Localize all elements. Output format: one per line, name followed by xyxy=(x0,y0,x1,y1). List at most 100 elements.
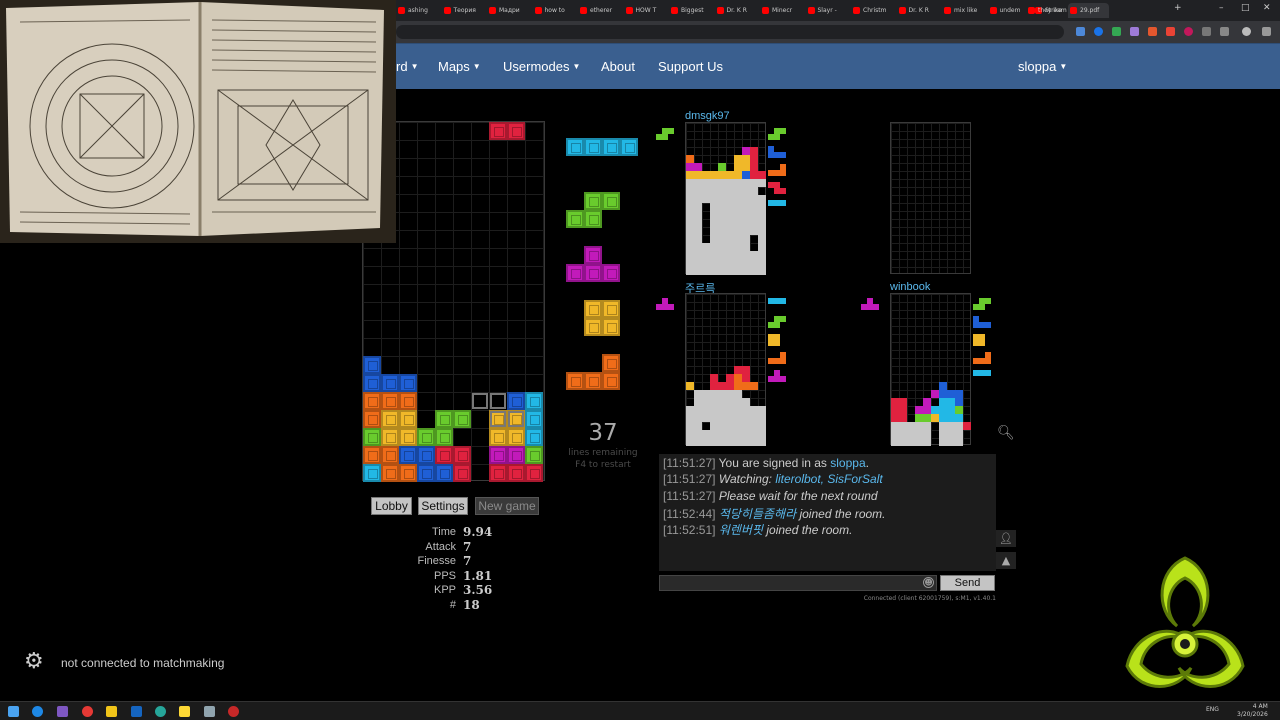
next-piece-block xyxy=(602,318,620,336)
nav-item-maps[interactable]: Maps ▼ xyxy=(438,59,481,74)
extension-icon[interactable] xyxy=(1148,27,1157,36)
send-button[interactable]: Send xyxy=(940,575,995,591)
browser-tab[interactable]: etherer xyxy=(578,3,619,18)
maximize-icon[interactable]: □ xyxy=(1241,3,1250,13)
download-icon[interactable] xyxy=(1220,27,1229,36)
browser-tab[interactable]: Dr. K R xyxy=(897,3,938,18)
emoji-icon[interactable]: ☻ xyxy=(923,577,934,588)
browser-tab[interactable]: Теория xyxy=(442,3,483,18)
empty-board-slot xyxy=(890,122,971,274)
browser-tab[interactable]: Dr. K R xyxy=(715,3,756,18)
opponent-board-block xyxy=(750,259,758,267)
opponent-board-block xyxy=(750,171,758,179)
chevron-up-icon[interactable]: ▲ xyxy=(996,552,1016,569)
browser-tab[interactable]: HOW T xyxy=(624,3,665,18)
opponent-board-block xyxy=(947,430,955,438)
new-tab-button[interactable]: + xyxy=(1174,3,1182,13)
opponent-board-block xyxy=(726,219,734,227)
extension-icon[interactable] xyxy=(1076,27,1085,36)
opponent-board-block xyxy=(710,211,718,219)
next-piece-block xyxy=(620,138,638,156)
opponent-board-block xyxy=(686,243,694,251)
opponent-board-block xyxy=(742,267,750,275)
opponent-board-block xyxy=(686,251,694,259)
browser-tab[interactable]: how to xyxy=(533,3,574,18)
username-link[interactable]: 워렌버핏 xyxy=(719,523,763,537)
opponent-name[interactable]: dmsgk97 xyxy=(685,110,730,122)
opponent-board-block xyxy=(742,406,750,414)
opponent-board-block xyxy=(939,398,947,406)
browser-tab[interactable]: Biggest xyxy=(669,3,710,18)
nav-item-about[interactable]: About xyxy=(601,59,635,74)
extension-icon[interactable] xyxy=(1094,27,1103,36)
chrome-icon[interactable] xyxy=(82,706,93,717)
next-piece-block xyxy=(566,264,584,282)
address-bar[interactable] xyxy=(396,25,1064,39)
nav-item-usermodes[interactable]: Usermodes ▼ xyxy=(503,59,580,74)
shield-icon[interactable] xyxy=(1112,27,1121,36)
gear-icon[interactable]: ⚙︎ xyxy=(24,649,44,675)
browser-tab[interactable]: Minecr xyxy=(760,3,801,18)
opponent-board-block xyxy=(750,203,758,211)
browser-tab[interactable]: mix like xyxy=(942,3,983,18)
profile-avatar[interactable] xyxy=(1242,27,1251,36)
opponent-board-block xyxy=(891,414,899,422)
menu-icon[interactable] xyxy=(1262,27,1271,36)
opponent-board-block xyxy=(955,414,963,422)
photoshop-icon[interactable] xyxy=(131,706,142,717)
opponent-board-block xyxy=(750,163,758,171)
lobby-button[interactable]: Lobby xyxy=(371,497,412,515)
extension-icon[interactable] xyxy=(1184,27,1193,36)
app-icon[interactable] xyxy=(228,706,239,717)
opponent-board-block xyxy=(718,195,726,203)
chevron-down-icon: ▼ xyxy=(410,62,419,71)
opponent-board-block xyxy=(726,374,734,382)
opponent-board-block xyxy=(750,267,758,275)
players-icon[interactable]: 👤︎ xyxy=(996,530,1016,547)
windows-start-icon[interactable] xyxy=(8,706,19,717)
browser-tab[interactable]: ashing xyxy=(396,3,437,18)
user-menu[interactable]: sloppa ▼ xyxy=(1018,59,1067,74)
next-piece-block xyxy=(584,264,602,282)
clock[interactable]: 4 AM 3/20/2026 xyxy=(1237,703,1268,719)
settings-button[interactable]: Settings xyxy=(418,497,468,515)
board-block xyxy=(489,446,507,464)
puzzle-icon[interactable] xyxy=(1202,27,1211,36)
opponent-board-block xyxy=(686,195,694,203)
opponent-board-block xyxy=(899,438,907,446)
chat-input[interactable] xyxy=(659,575,937,591)
opponent-board-block xyxy=(726,390,734,398)
extension-icon[interactable] xyxy=(1130,27,1139,36)
opponent-board-block xyxy=(750,430,758,438)
opponent-name[interactable]: winbook xyxy=(890,281,930,293)
opponent-board-block xyxy=(758,211,766,219)
opponent-board-block xyxy=(758,171,766,179)
username-link[interactable]: sloppa xyxy=(830,456,865,470)
close-icon[interactable]: ✕ xyxy=(1263,3,1271,13)
app-icon[interactable] xyxy=(179,706,190,717)
username-link[interactable]: 적당히들좀해라 xyxy=(719,507,796,521)
folder-icon[interactable] xyxy=(106,706,117,717)
extension-icon[interactable] xyxy=(1166,27,1175,36)
opponent-board-block xyxy=(710,203,718,211)
opponent-board-block xyxy=(734,163,742,171)
new-game-button[interactable]: New game xyxy=(475,497,539,515)
browser-tab[interactable]: Мадри xyxy=(487,3,528,18)
username-link[interactable]: literolbot, SisForSalt xyxy=(775,472,882,486)
language-indicator[interactable]: ENG xyxy=(1206,706,1219,713)
app-icon[interactable] xyxy=(204,706,215,717)
nav-item-truncated[interactable]: rd ▼ xyxy=(396,59,418,74)
app-icon[interactable] xyxy=(57,706,68,717)
zoom-icon[interactable]: 🔍︎ xyxy=(997,425,1015,441)
nav-item-support[interactable]: Support Us xyxy=(658,59,723,74)
next-piece-block xyxy=(584,192,602,210)
browser-tab[interactable]: undem xyxy=(988,3,1029,18)
edge-icon[interactable] xyxy=(32,706,43,717)
browser-tab[interactable]: Slayr - xyxy=(806,3,847,18)
next-piece-block xyxy=(566,372,584,390)
browser-tab[interactable]: Christm xyxy=(851,3,892,18)
app-icon[interactable] xyxy=(155,706,166,717)
browser-tab[interactable]: they ike xyxy=(1026,3,1067,18)
minimize-icon[interactable]: – xyxy=(1219,3,1224,13)
browser-tab[interactable]: 29.pdf xyxy=(1068,3,1109,18)
